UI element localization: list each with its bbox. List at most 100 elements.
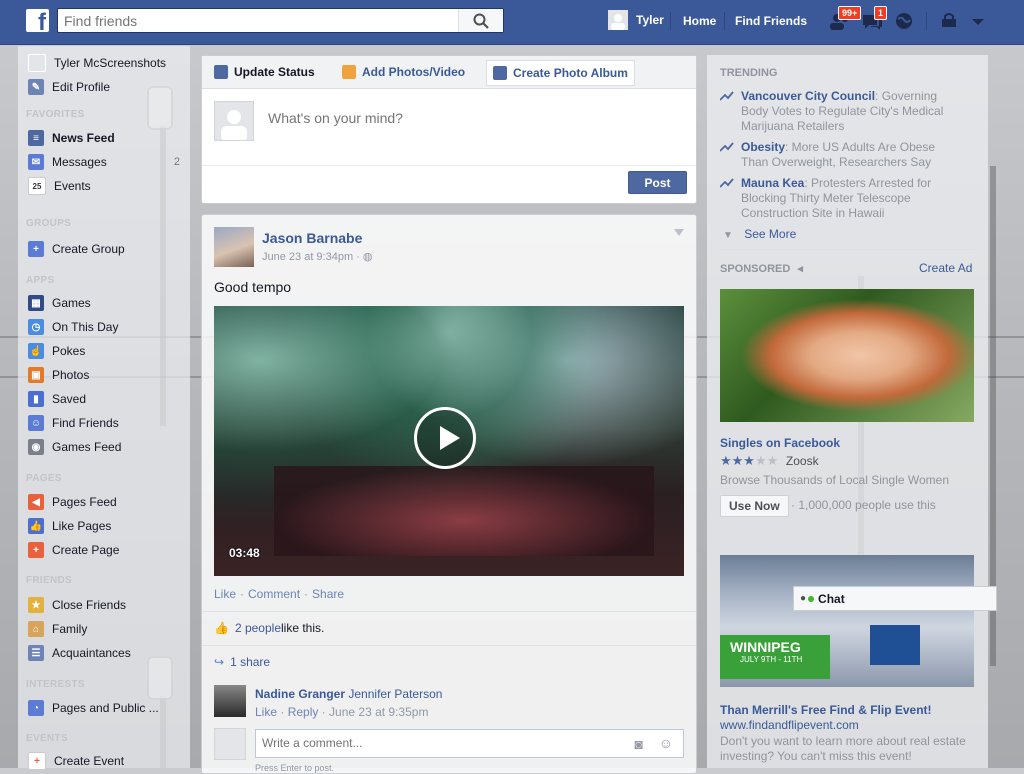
sidebar-item-games[interactable]: ▦ Games	[28, 294, 188, 312]
sidebar-item-pages-feed[interactable]: ◀ Pages Feed	[28, 493, 188, 511]
like-link[interactable]: Like	[214, 587, 236, 601]
trend-topic: Vancouver City Council	[741, 89, 876, 103]
sidebar-item-pages-and-public[interactable]: ◔ Pages and Public ...	[28, 699, 188, 717]
commenter-name[interactable]: Nadine Granger	[255, 687, 345, 701]
notifications-button[interactable]	[892, 9, 916, 33]
commenter-avatar[interactable]	[214, 685, 246, 717]
feed-story: Jason Barnabe June 23 at 9:34pm · ◍ Good…	[201, 214, 697, 774]
use-now-button[interactable]: Use Now	[720, 495, 789, 517]
megaphone-icon: ◀	[28, 494, 44, 510]
tab-label: Add Photos/Video	[362, 65, 466, 79]
messages-button[interactable]: 1	[860, 6, 888, 33]
profile-avatar-icon	[28, 54, 46, 72]
sidebar-item-label: Find Friends	[52, 416, 119, 430]
sidebar-item-label: Photos	[52, 368, 90, 382]
chevron-down-icon	[972, 19, 984, 25]
sidebar-item-pokes[interactable]: ☝ Pokes	[28, 342, 188, 360]
comment-actions: Like · Reply · June 23 at 9:35pm	[255, 705, 429, 719]
ad-image-event[interactable]: WINNIPEG JULY 9TH - 11TH	[720, 555, 974, 687]
friend-requests-badge: 99+	[838, 6, 862, 20]
trending-item[interactable]: Mauna Kea: Protesters Arrested for Block…	[720, 176, 960, 221]
play-button[interactable]	[414, 407, 476, 469]
sidebar-item-create-page[interactable]: + Create Page	[28, 541, 188, 559]
likers-link[interactable]: 2 people	[235, 621, 281, 635]
write-comment-row: ◙ ☺	[214, 728, 684, 760]
event-city: WINNIPEG	[730, 639, 801, 655]
comment-body: Nadine Granger Jennifer Paterson	[255, 687, 442, 701]
profile-link[interactable]: Tyler	[608, 10, 664, 30]
family-icon: ⌂	[28, 621, 44, 637]
sidebar-item-label: Saved	[52, 392, 87, 406]
find-friends-link[interactable]: Find Friends	[735, 14, 807, 28]
tagged-person[interactable]: Jennifer Paterson	[348, 687, 442, 701]
share-arrow-icon: ↪	[214, 654, 225, 669]
search-button[interactable]	[458, 9, 503, 32]
tab-create-photo-album[interactable]: Create Photo Album	[486, 60, 635, 86]
search-input[interactable]	[58, 9, 460, 32]
ad-title[interactable]: Than Merrill's Free Find & Flip Event!	[720, 703, 932, 717]
comment-input[interactable]	[256, 730, 618, 756]
author-avatar[interactable]	[214, 227, 254, 267]
home-link[interactable]: Home	[683, 14, 716, 28]
trending-item[interactable]: Obesity: More US Adults Are Obese Than O…	[720, 140, 960, 170]
list-icon: ☰	[28, 645, 44, 661]
video-player[interactable]: 03:48	[214, 306, 684, 576]
friend-requests-button[interactable]: 99+	[828, 6, 862, 33]
see-more-label: See More	[744, 227, 797, 241]
emoji-icon[interactable]: ☺	[659, 735, 673, 751]
see-more-link[interactable]: ▼ See More	[723, 227, 796, 241]
post-timestamp[interactable]: June 23 at 9:34pm	[262, 251, 353, 263]
story-actions: Like · Comment · Share	[214, 587, 344, 601]
sidebar-item-news-feed[interactable]: ≡ News Feed	[28, 129, 188, 147]
trending-item[interactable]: Vancouver City Council: Governing Body V…	[720, 89, 960, 134]
nav-divider	[724, 12, 725, 30]
tab-update-status[interactable]: Update Status	[208, 60, 321, 84]
sidebar-item-photos[interactable]: ▣ Photos	[28, 366, 188, 384]
sidebar-item-label: Create Page	[52, 543, 120, 557]
sidebar-item-family[interactable]: ⌂ Family	[28, 620, 188, 638]
status-input[interactable]	[266, 109, 690, 127]
sidebar-item-acquaintances[interactable]: ☰ Acquaintances	[28, 644, 188, 662]
sidebar-item-like-pages[interactable]: 👍 Like Pages	[28, 517, 188, 535]
sidebar-item-find-friends[interactable]: ☺ Find Friends	[28, 414, 188, 432]
trend-topic: Obesity	[741, 140, 786, 154]
calendar-icon: 25	[28, 177, 46, 195]
camera-icon[interactable]: ◙	[635, 736, 643, 752]
comment-time[interactable]: June 23 at 9:35pm	[329, 705, 428, 719]
sidebar-item-create-event[interactable]: + Create Event	[28, 752, 188, 770]
default-avatar-icon	[608, 10, 628, 30]
ad-url[interactable]: www.findandflipevent.com	[720, 718, 980, 732]
pencil-icon: ✎	[28, 79, 44, 95]
sidebar-item-on-this-day[interactable]: ◷ On This Day	[28, 318, 188, 336]
chevron-down-icon[interactable]	[674, 229, 684, 237]
sidebar-item-games-feed[interactable]: ◉ Games Feed	[28, 438, 188, 456]
chat-tab[interactable]: ● Chat	[793, 586, 997, 611]
sidebar-item-edit-profile[interactable]: ✎ Edit Profile	[28, 78, 188, 96]
avatar	[608, 10, 628, 30]
sidebar-item-create-group[interactable]: + Create Group	[28, 240, 188, 258]
create-ad-link[interactable]: Create Ad	[919, 261, 972, 275]
account-menu-button[interactable]	[966, 9, 990, 33]
facebook-logo[interactable]: f	[26, 9, 49, 32]
shares-link[interactable]: 1 share	[230, 655, 270, 669]
author-name[interactable]: Jason Barnabe	[262, 230, 362, 246]
ad-image-singles[interactable]	[720, 289, 974, 422]
trend-topic: Mauna Kea	[741, 176, 805, 190]
sidebar-item-profile[interactable]: Tyler McScreenshots	[28, 54, 188, 72]
sidebar-item-events[interactable]: 25 Events	[28, 177, 188, 195]
sidebar-item-close-friends[interactable]: ★ Close Friends	[28, 596, 188, 614]
post-button[interactable]: Post	[628, 171, 687, 194]
thumbs-up-icon: 👍	[28, 518, 44, 534]
likes-suffix: like this.	[281, 620, 325, 635]
tab-add-photos-video[interactable]: Add Photos/Video	[336, 60, 471, 84]
comment-reply-link[interactable]: Reply	[288, 705, 319, 719]
top-navigation-bar: f Tyler Home Find Friends 99+ 1	[0, 0, 1024, 45]
sidebar-item-saved[interactable]: ▮ Saved	[28, 390, 188, 408]
comment-like-link[interactable]: Like	[255, 705, 277, 719]
ad-title[interactable]: Singles on Facebook	[720, 436, 840, 450]
comment-link[interactable]: Comment	[248, 587, 300, 601]
public-globe-icon: ◍	[362, 251, 373, 263]
privacy-shortcuts-button[interactable]	[938, 9, 962, 33]
share-link[interactable]: Share	[312, 587, 344, 601]
sidebar-item-messages[interactable]: ✉ Messages 2	[28, 153, 188, 171]
